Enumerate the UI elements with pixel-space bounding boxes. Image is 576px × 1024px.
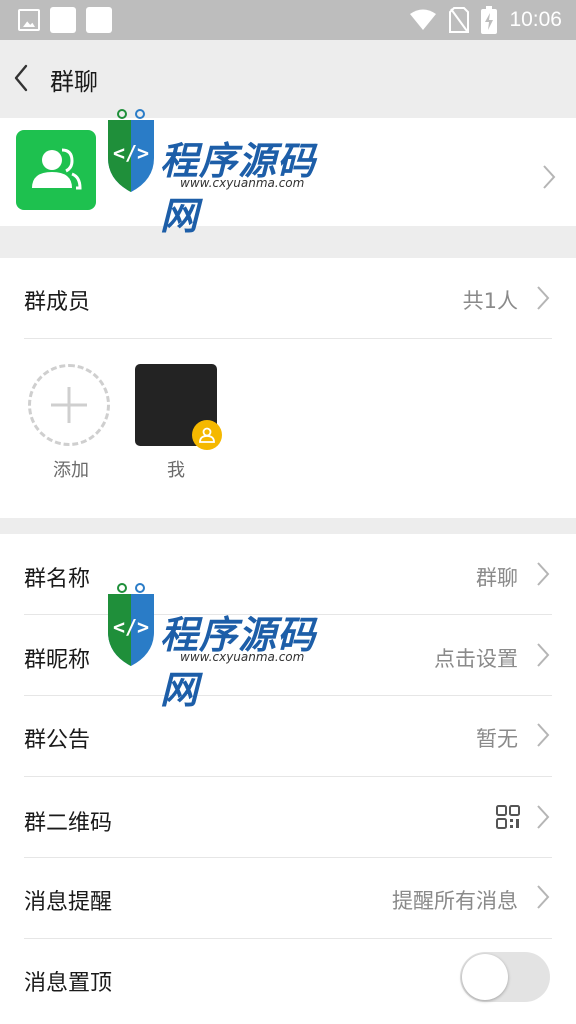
top-bar: 群聊 xyxy=(0,40,576,118)
group-qrcode-row[interactable]: 群二维码 xyxy=(0,777,576,857)
my-name-label: 我 xyxy=(167,460,185,481)
wifi-icon xyxy=(410,9,437,30)
notification-box-icon xyxy=(86,7,112,33)
status-bar: 10:06 xyxy=(0,0,576,40)
group-icon xyxy=(32,148,82,190)
group-name-label: 群名称 xyxy=(24,567,91,592)
qr-code-icon xyxy=(496,805,520,829)
pin-chat-toggle[interactable] xyxy=(460,952,550,1002)
svg-text:</>: </> xyxy=(113,615,149,639)
group-notice-label: 群公告 xyxy=(24,728,91,753)
back-icon[interactable] xyxy=(10,62,38,94)
owner-badge xyxy=(192,420,222,450)
chevron-right-icon xyxy=(537,723,550,747)
pin-chat-label: 消息置顶 xyxy=(24,971,113,996)
message-reminder-value: 提醒所有消息 xyxy=(392,889,518,913)
owner-icon xyxy=(199,427,215,443)
group-notice-value: 暂无 xyxy=(476,727,518,751)
group-qrcode-label: 群二维码 xyxy=(24,811,113,836)
members-count: 共1人 xyxy=(462,289,518,313)
toggle-knob xyxy=(462,954,508,1000)
shield-logo-icon: </> xyxy=(108,583,154,666)
chevron-right-icon xyxy=(537,562,550,586)
watermark-url: www.cxyuanma.com xyxy=(180,176,305,190)
chevron-right-icon xyxy=(537,643,550,667)
image-icon xyxy=(18,9,40,31)
chevron-right-icon xyxy=(537,885,550,909)
pin-chat-row: 消息置顶 xyxy=(0,939,576,1019)
chevron-right-icon xyxy=(543,165,556,189)
group-nickname-value: 点击设置 xyxy=(434,647,518,671)
notification-box-icon xyxy=(50,7,76,33)
message-reminder-row[interactable]: 消息提醒 提醒所有消息 xyxy=(0,858,576,938)
clock: 10:06 xyxy=(509,8,562,31)
watermark-url: www.cxyuanma.com xyxy=(180,650,305,664)
message-reminder-label: 消息提醒 xyxy=(24,890,113,915)
watermark: </> 程序源码网 www.cxyuanma.com xyxy=(100,582,350,712)
group-avatar xyxy=(16,130,96,210)
divider xyxy=(24,338,552,339)
page-title: 群聊 xyxy=(50,68,98,96)
battery-icon xyxy=(481,6,498,34)
shield-logo-icon: </> xyxy=(108,109,154,192)
group-name-value: 群聊 xyxy=(476,566,518,590)
members-section: 群成员 共1人 添加 我 xyxy=(0,258,576,518)
notification-icons xyxy=(18,7,112,33)
chevron-right-icon xyxy=(537,805,550,829)
svg-text:</>: </> xyxy=(113,141,149,165)
no-sim-icon xyxy=(449,7,470,33)
members-label: 群成员 xyxy=(24,290,91,315)
chevron-right-icon xyxy=(537,286,550,310)
system-icons: 10:06 xyxy=(409,6,562,34)
watermark: </> 程序源码网 www.cxyuanma.com xyxy=(100,108,350,238)
add-member-label: 添加 xyxy=(53,460,89,481)
plus-icon xyxy=(51,387,87,423)
add-member-button[interactable] xyxy=(28,364,110,446)
members-row[interactable]: 群成员 共1人 xyxy=(0,258,576,338)
group-nickname-label: 群昵称 xyxy=(24,648,91,673)
